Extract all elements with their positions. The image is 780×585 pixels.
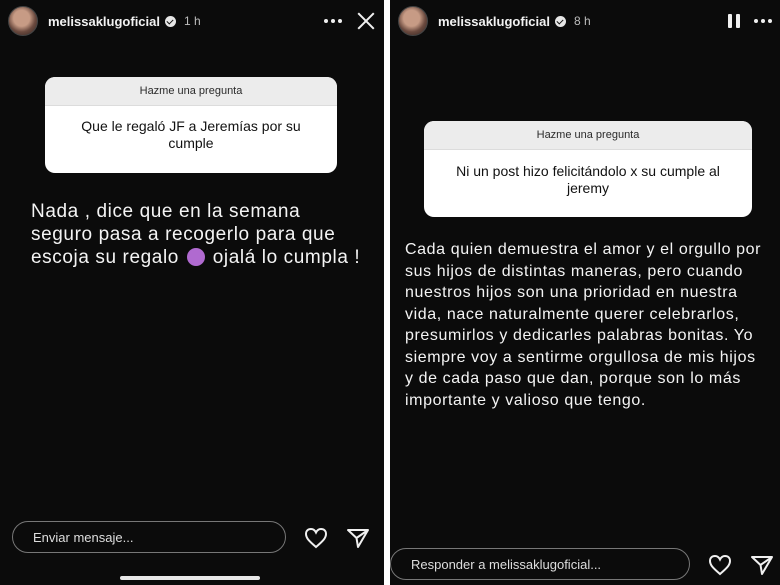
username[interactable]: melissaklugoficial <box>438 14 550 29</box>
heart-icon[interactable] <box>708 554 732 576</box>
post-time: 1 h <box>184 14 201 28</box>
answer-text: Cada quien demuestra el amor y el orgull… <box>405 241 762 409</box>
question-sticker-header: Hazme una pregunta <box>45 77 337 106</box>
close-icon[interactable] <box>356 11 376 31</box>
send-icon[interactable] <box>346 527 370 549</box>
avatar[interactable] <box>398 6 428 36</box>
story-panel-left: melissaklugoficial 1 h Hazme una pregunt… <box>0 0 384 585</box>
shrug-emoji-icon <box>186 248 205 266</box>
heart-icon[interactable] <box>304 527 328 549</box>
answer-text-part2: ojalá lo cumpla ! <box>212 247 361 268</box>
verified-badge-icon <box>555 15 566 27</box>
message-input[interactable]: Enviar mensaje... <box>12 521 286 553</box>
more-options-icon[interactable] <box>324 19 342 23</box>
send-icon[interactable] <box>750 554 774 576</box>
answer-text: Nada , dice que en la semana seguro pasa… <box>31 200 361 269</box>
avatar[interactable] <box>8 6 38 36</box>
question-text: Que le regaló JF a Jeremías por su cumpl… <box>81 118 301 151</box>
post-time: 8 h <box>574 14 591 28</box>
question-sticker[interactable]: Hazme una pregunta Que le regaló JF a Je… <box>45 77 337 173</box>
more-options-icon[interactable] <box>754 19 772 23</box>
pause-icon[interactable] <box>728 14 740 28</box>
question-sticker-header: Hazme una pregunta <box>424 121 752 150</box>
username[interactable]: melissaklugoficial <box>48 14 160 29</box>
story-header: melissaklugoficial 1 h <box>8 6 376 36</box>
question-text: Ni un post hizo felicitándolo x su cumpl… <box>456 163 720 196</box>
question-sticker[interactable]: Hazme una pregunta Ni un post hizo felic… <box>424 121 752 217</box>
reply-input[interactable]: Responder a melissaklugoficial... <box>390 548 690 580</box>
home-indicator <box>120 576 260 580</box>
story-panel-right: melissaklugoficial 8 h Hazme una pregunt… <box>390 0 780 585</box>
verified-badge-icon <box>165 15 176 27</box>
story-header: melissaklugoficial 8 h <box>398 6 772 36</box>
